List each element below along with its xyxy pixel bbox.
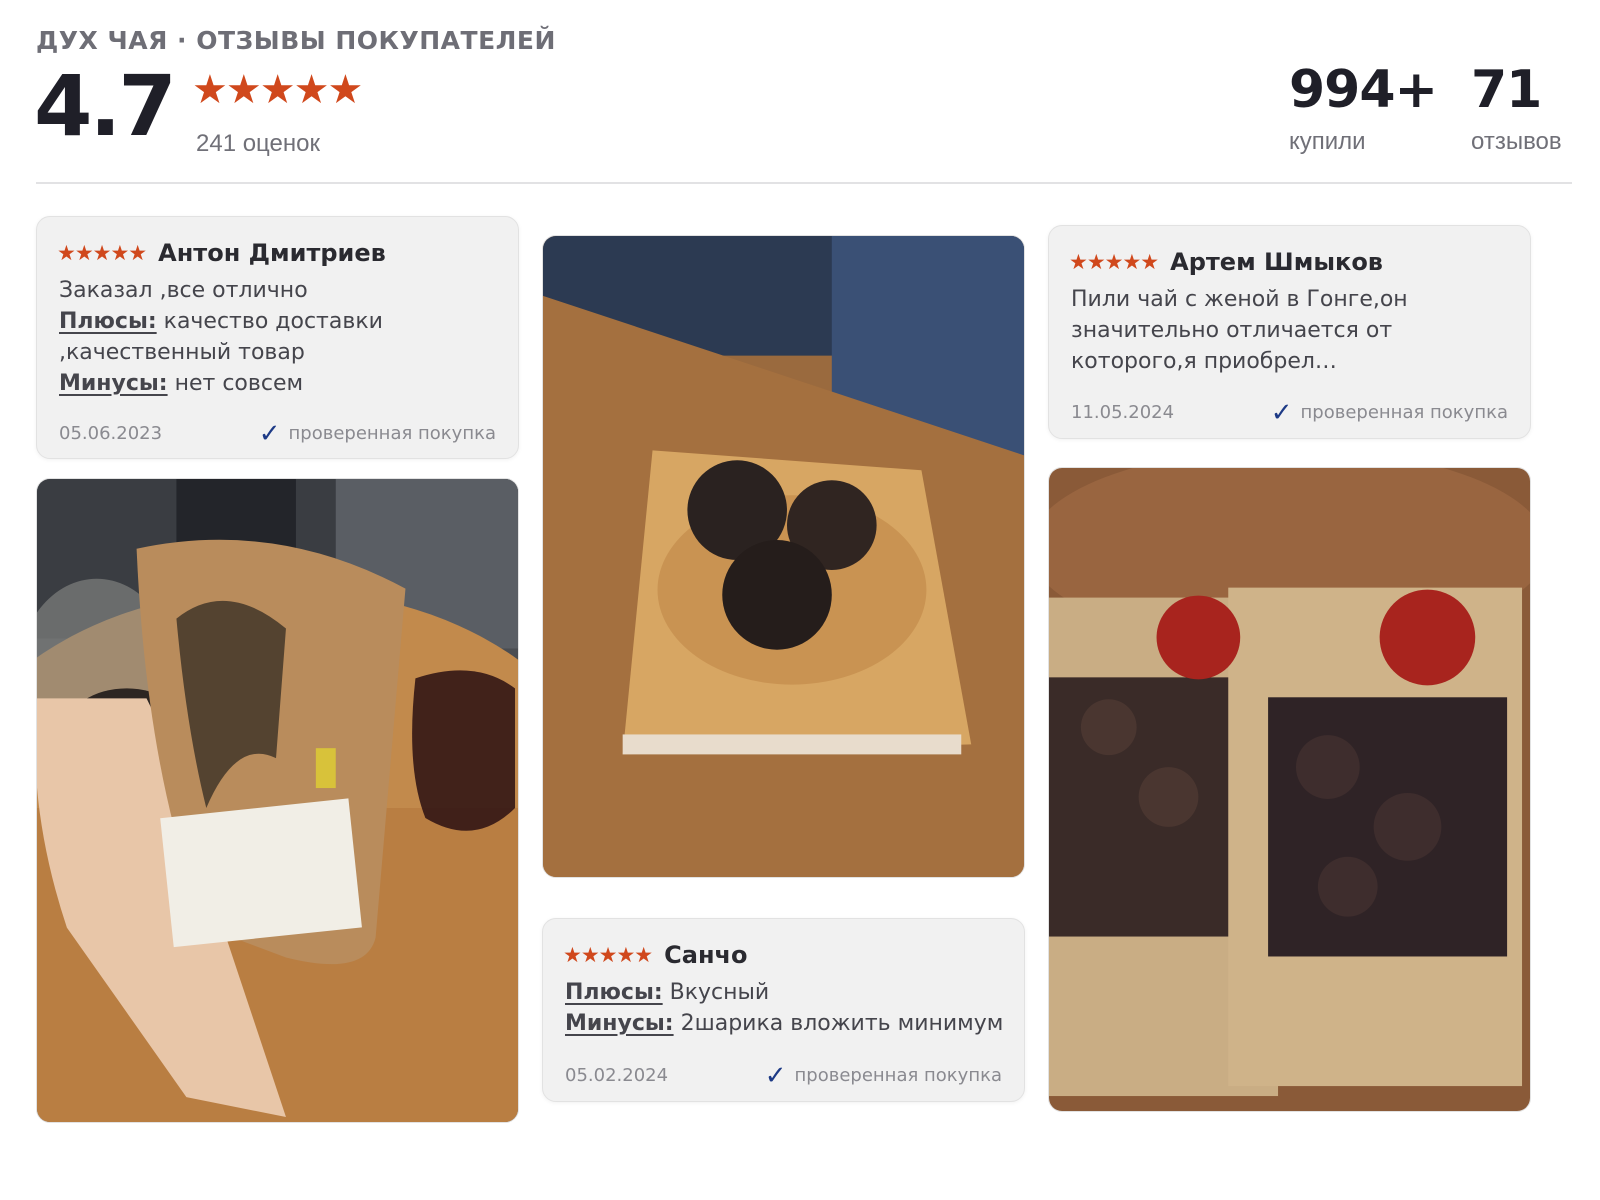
pros-label: Плюсы: (59, 309, 157, 334)
review-date: 11.05.2024 (1071, 402, 1175, 423)
stat-bought-label: купили (1289, 128, 1366, 155)
sealed-bags-image (1049, 468, 1530, 1111)
review-stars-icon: ★★★★★ (563, 943, 653, 967)
verified-label: проверенная покупка (1300, 402, 1508, 423)
check-icon: ✓ (1270, 397, 1293, 428)
rating-count: 241 оценок (196, 130, 320, 157)
tea-balls-image (543, 236, 1024, 877)
verified-badge: ✓ проверенная покупка (764, 1060, 1002, 1091)
header-divider (36, 182, 1572, 184)
review-card[interactable]: ★★★★★ Антон Дмитриев Заказал ,все отличн… (36, 216, 519, 459)
review-footer: 11.05.2024 ✓ проверенная покупка (1071, 397, 1508, 428)
review-body: Заказал ,все отлично Плюсы: качество дос… (59, 275, 500, 399)
review-date: 05.02.2024 (565, 1065, 669, 1086)
check-icon: ✓ (258, 418, 281, 449)
review-header: ★★★★★ Артем Шмыков (1069, 248, 1383, 276)
cons-text: 2шарика вложить минимум (680, 1011, 1004, 1036)
pros-text: Вкусный (669, 980, 770, 1005)
review-text: Пили чай с женой в Гонге,он значительно … (1071, 287, 1408, 374)
review-header: ★★★★★ Санчо (563, 941, 748, 969)
cons-label: Минусы: (59, 371, 168, 396)
review-body: Пили чай с женой в Гонге,он значительно … (1071, 284, 1512, 377)
pros-label: Плюсы: (565, 980, 663, 1005)
review-author: Антон Дмитриев (158, 239, 386, 267)
tea-bag-image (37, 479, 518, 1122)
verified-label: проверенная покупка (794, 1065, 1002, 1086)
review-footer: 05.06.2023 ✓ проверенная покупка (59, 418, 496, 449)
average-rating: 4.7 (34, 57, 177, 155)
stat-bought-number: 994+ (1289, 60, 1438, 120)
review-author: Санчо (664, 941, 748, 969)
cons-text: нет совсем (174, 371, 304, 396)
cons-label: Минусы: (565, 1011, 674, 1036)
stat-reviews-label: отзывов (1471, 128, 1562, 155)
review-photo-tea-balls[interactable] (542, 235, 1025, 878)
review-photo-tea-bag[interactable] (36, 478, 519, 1123)
review-card[interactable]: ★★★★★ Санчо Плюсы: Вкусный Минусы: 2шари… (542, 918, 1025, 1102)
verified-label: проверенная покупка (288, 423, 496, 444)
stat-reviews-number: 71 (1471, 60, 1542, 120)
stat-bought: 994+ купили (1289, 60, 1438, 156)
review-stars-icon: ★★★★★ (1069, 250, 1159, 274)
review-card[interactable]: ★★★★★ Артем Шмыков Пили чай с женой в Го… (1048, 225, 1531, 439)
verified-badge: ✓ проверенная покупка (1270, 397, 1508, 428)
review-stars-icon: ★★★★★ (57, 241, 147, 265)
verified-badge: ✓ проверенная покупка (258, 418, 496, 449)
review-author: Артем Шмыков (1170, 248, 1383, 276)
check-icon: ✓ (764, 1060, 787, 1091)
rating-stars-icon: ★★★★★ (192, 68, 363, 112)
review-photo-sealed-bags[interactable] (1048, 467, 1531, 1112)
review-header: ★★★★★ Антон Дмитриев (57, 239, 386, 267)
review-date: 05.06.2023 (59, 423, 163, 444)
brand-title: ДУХ ЧАЯ · ОТЗЫВЫ ПОКУПАТЕЛЕЙ (36, 26, 556, 55)
review-body: Плюсы: Вкусный Минусы: 2шарика вложить м… (565, 977, 1006, 1039)
review-text: Заказал ,все отлично (59, 278, 308, 303)
review-footer: 05.02.2024 ✓ проверенная покупка (565, 1060, 1002, 1091)
stat-reviews[interactable]: 71 отзывов (1471, 60, 1562, 156)
